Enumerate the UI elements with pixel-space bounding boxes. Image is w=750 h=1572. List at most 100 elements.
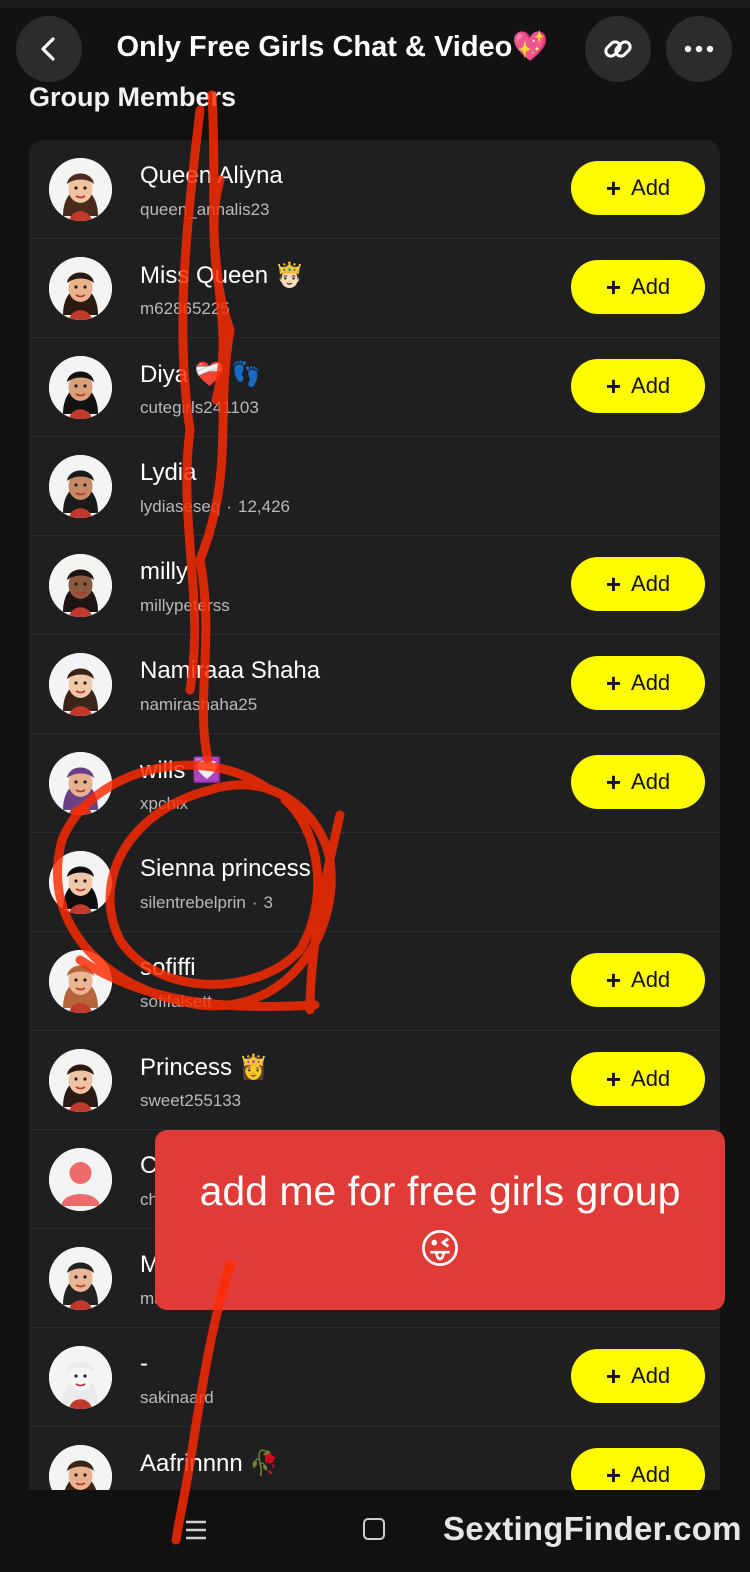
member-name: wills 💟 <box>140 757 222 784</box>
avatar[interactable] <box>49 356 112 419</box>
avatar[interactable] <box>49 257 112 320</box>
link-icon <box>604 40 632 58</box>
add-friend-button[interactable]: + Add <box>571 953 705 1007</box>
add-friend-button[interactable]: + Add <box>571 656 705 710</box>
add-friend-button[interactable]: + Add <box>571 260 705 314</box>
add-label: Add <box>631 175 671 200</box>
member-username: cutegirls241103 <box>140 398 259 418</box>
member-username: queen_annalis23 <box>140 200 270 220</box>
username-text: lydiaseseq <box>140 497 221 516</box>
add-label: Add <box>631 670 671 695</box>
avatar[interactable] <box>49 851 112 914</box>
avatar[interactable] <box>49 455 112 518</box>
member-name: Sienna princess <box>140 855 311 882</box>
username-text: silentrebelprin <box>140 893 246 912</box>
more-options-button[interactable] <box>666 16 732 82</box>
snap-score: 12,426 <box>238 497 290 516</box>
username-text: cutegirls241103 <box>140 398 259 417</box>
member-row[interactable]: Princess 👸 sweet255133 + Add <box>29 1031 720 1130</box>
home-icon[interactable] <box>363 1518 385 1540</box>
share-link-button[interactable] <box>585 16 651 82</box>
avatar[interactable] <box>49 554 112 617</box>
plus-icon: + <box>605 569 622 599</box>
member-row[interactable]: Namiraaa Shaha namirashaha25 + Add <box>29 635 720 734</box>
separator-dot: · <box>251 893 258 912</box>
member-row[interactable]: sofiffi sofifalsett + Add <box>29 932 720 1031</box>
add-friend-button[interactable]: + Add <box>571 359 705 413</box>
chevron-left-icon <box>41 37 55 61</box>
member-row[interactable]: Miss Queen 🤴🏻 m62865225 + Add <box>29 239 720 338</box>
member-username: millypeterss <box>140 596 230 616</box>
back-button[interactable] <box>16 16 82 82</box>
username-text: m62865225 <box>140 299 230 318</box>
member-row[interactable]: Sienna princess silentrebelprin · 3 <box>29 833 720 932</box>
member-row[interactable]: milly millypeterss + Add <box>29 536 720 635</box>
member-username: lydiaseseq · 12,426 <box>140 497 290 517</box>
snap-score: 3 <box>263 893 273 912</box>
username-text: millypeterss <box>140 596 230 615</box>
plus-icon: + <box>605 767 622 797</box>
avatar[interactable] <box>49 1247 112 1310</box>
add-friend-button[interactable]: + Add <box>571 161 705 215</box>
member-name: Aafrinnnn 🥀 <box>140 1450 280 1477</box>
member-row[interactable]: - sakinaard + Add <box>29 1328 720 1427</box>
member-row[interactable]: wills 💟 xpchix + Add <box>29 734 720 833</box>
more-horizontal-icon <box>684 45 714 53</box>
plus-icon: + <box>605 1361 622 1391</box>
avatar[interactable] <box>49 1148 112 1211</box>
plus-icon: + <box>605 965 622 995</box>
add-friend-button[interactable]: + Add <box>571 755 705 809</box>
add-friend-button[interactable]: + Add <box>571 557 705 611</box>
recent-apps-icon[interactable] <box>183 1517 209 1543</box>
avatar[interactable] <box>49 752 112 815</box>
plus-icon: + <box>605 272 622 302</box>
member-username: namirashaha25 <box>140 695 257 715</box>
username-text: xpchix <box>140 794 189 813</box>
member-name: Diya ❤️‍🩹 👣 <box>140 361 262 388</box>
avatar[interactable] <box>49 158 112 221</box>
promo-banner: add me for free girls group 😜 <box>155 1130 725 1310</box>
add-label: Add <box>631 967 671 992</box>
username-text: namirashaha25 <box>140 695 258 714</box>
member-name: Princess 👸 <box>140 1054 269 1081</box>
add-label: Add <box>631 571 671 596</box>
username-text: sofifalsett <box>140 992 212 1011</box>
watermark: SextingFinder.com <box>443 1510 742 1547</box>
section-title: Group Members <box>29 82 237 112</box>
member-username: xpchix <box>140 794 188 814</box>
page-title: Only Free Girls Chat & Video💖 <box>116 31 549 63</box>
member-username: silentrebelprin · 3 <box>140 893 273 913</box>
plus-icon: + <box>605 371 622 401</box>
member-name: milly <box>140 558 188 585</box>
add-friend-button[interactable]: + Add <box>571 1052 705 1106</box>
username-text: sakinaard <box>140 1388 214 1407</box>
member-row[interactable]: Diya ❤️‍🩹 👣 cutegirls241103 + Add <box>29 338 720 437</box>
member-name: Namiraaa Shaha <box>140 657 321 684</box>
plus-icon: + <box>605 173 622 203</box>
member-name: Miss Queen 🤴🏻 <box>140 262 305 289</box>
plus-icon: + <box>605 668 622 698</box>
add-label: Add <box>631 769 671 794</box>
status-strip <box>0 0 750 8</box>
avatar[interactable] <box>49 1346 112 1409</box>
add-label: Add <box>631 1462 671 1487</box>
member-username: sweet255133 <box>140 1091 241 1111</box>
add-label: Add <box>631 1066 671 1091</box>
member-name: - <box>140 1350 148 1377</box>
member-username: m62865225 <box>140 299 230 319</box>
member-name: Queen Aliyna <box>140 162 283 189</box>
member-name: sofiffi <box>140 954 196 981</box>
member-row[interactable]: Lydia lydiaseseq · 12,426 <box>29 437 720 536</box>
add-friend-button[interactable]: + Add <box>571 1349 705 1403</box>
add-label: Add <box>631 373 671 398</box>
add-label: Add <box>631 274 671 299</box>
member-username: sofifalsett <box>140 992 212 1012</box>
avatar[interactable] <box>49 950 112 1013</box>
username-text: queen_annalis23 <box>140 200 270 219</box>
member-name: Lydia <box>140 459 197 486</box>
separator-dot: · <box>226 497 232 516</box>
avatar[interactable] <box>49 1049 112 1112</box>
avatar[interactable] <box>49 653 112 716</box>
member-row[interactable]: Queen Aliyna queen_annalis23 + Add <box>29 140 720 239</box>
plus-icon: + <box>605 1460 622 1490</box>
